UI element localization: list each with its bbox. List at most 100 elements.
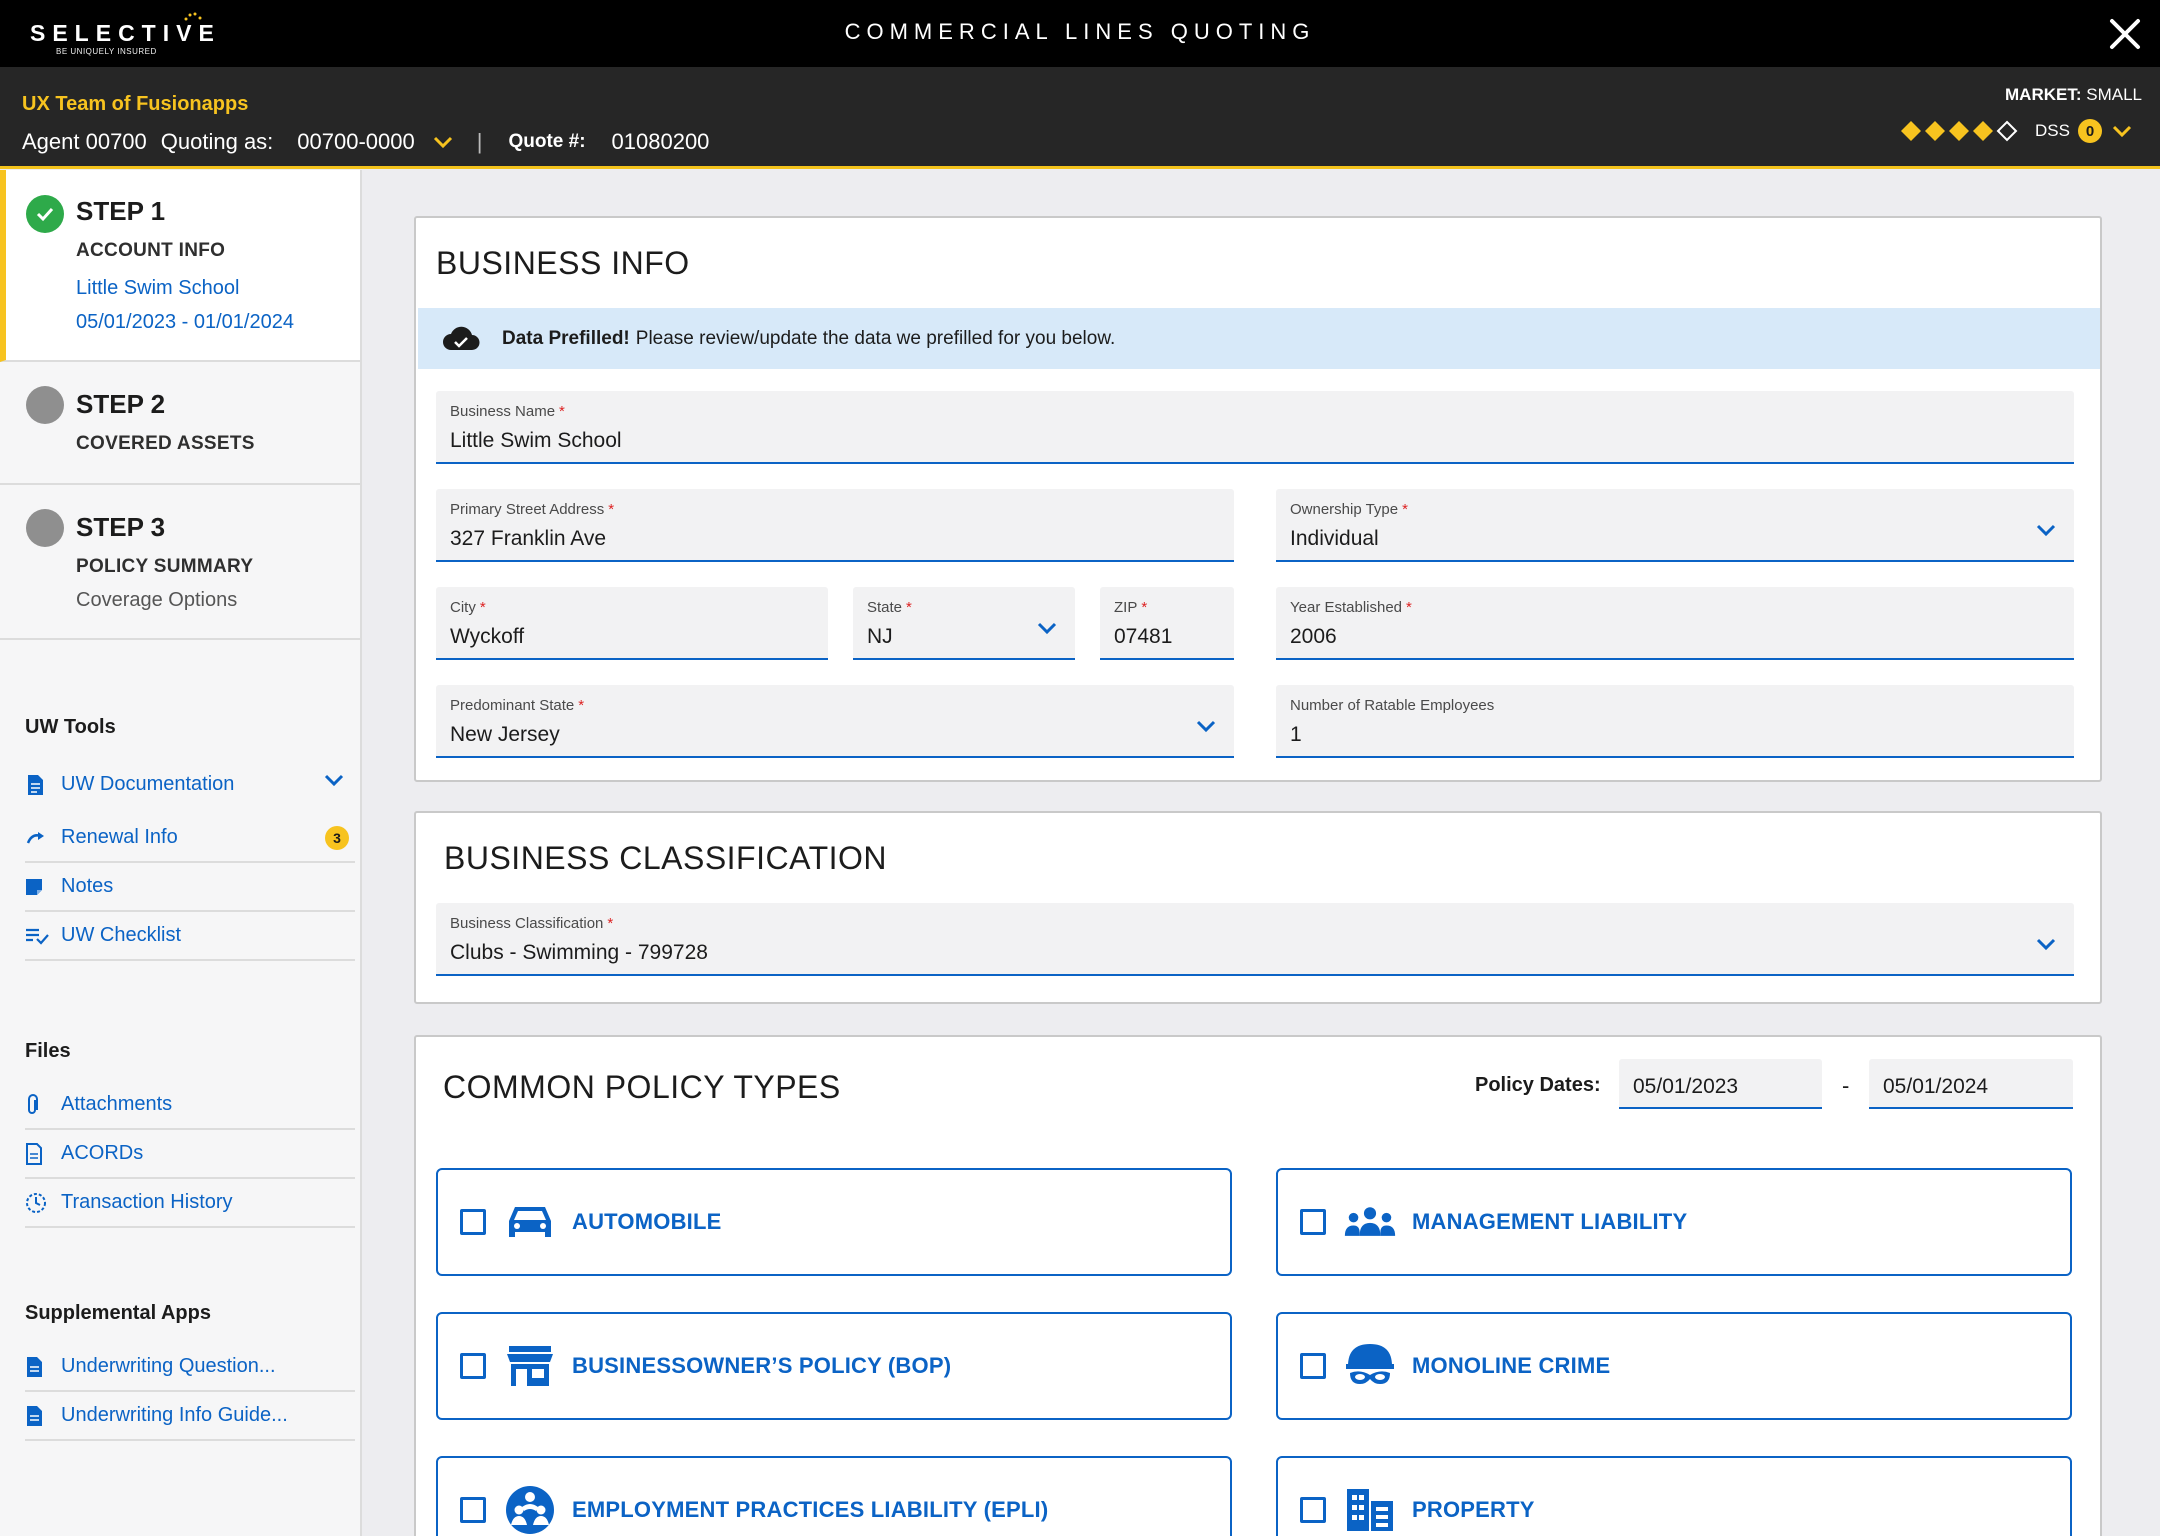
- dss-count-badge: 0: [2078, 119, 2102, 143]
- checklist-icon: [26, 928, 49, 945]
- year-established-field[interactable]: Year Established * 2006: [1276, 587, 2074, 660]
- team-name: UX Team of Fusionapps: [22, 93, 249, 115]
- policy-tile-monoline-crime[interactable]: MONOLINE CRIME: [1276, 1312, 2072, 1420]
- state-select[interactable]: State * NJ: [853, 587, 1075, 660]
- logo-tagline: BE UNIQUELY INSURED: [56, 47, 157, 56]
- paperclip-icon: [28, 1093, 38, 1114]
- sidebar-item-label: Underwriting Question...: [61, 1355, 276, 1377]
- renew-icon: [26, 831, 44, 844]
- top-bar: SELECTIVE BE UNIQUELY INSURED COMMERCIAL…: [0, 0, 2160, 67]
- quoting-as-dropdown[interactable]: 00700-0000: [297, 129, 452, 155]
- sidebar-item-uw-documentation[interactable]: UW Documentation: [25, 760, 355, 809]
- supplemental-apps-heading: Supplemental Apps: [25, 1302, 211, 1324]
- step-1-account-info[interactable]: STEP 1 ACCOUNT INFO Little Swim School 0…: [0, 170, 360, 362]
- sidebar-item-attachments[interactable]: Attachments: [25, 1081, 355, 1130]
- dss-indicator[interactable]: DSS 0: [1899, 119, 2132, 143]
- field-label: Primary Street Address: [450, 501, 605, 518]
- account-name-link[interactable]: Little Swim School: [76, 277, 239, 300]
- ownership-type-value: Individual: [1290, 527, 1379, 550]
- zip-field[interactable]: ZIP * 07481: [1100, 587, 1234, 660]
- policy-tile-label: EMPLOYMENT PRACTICES LIABILITY (EPLI): [572, 1497, 1049, 1522]
- policy-tile-automobile[interactable]: AUTOMOBILE: [436, 1168, 1232, 1276]
- field-label: Predominant State: [450, 697, 575, 714]
- cloud-check-icon: [443, 326, 480, 350]
- close-icon[interactable]: [2108, 17, 2142, 51]
- street-address-field[interactable]: Primary Street Address * 327 Franklin Ave: [436, 489, 1234, 562]
- app-title: COMMERCIAL LINES QUOTING: [844, 19, 1316, 44]
- chevron-down-icon[interactable]: [323, 772, 345, 788]
- sidebar-item-label: UW Documentation: [61, 773, 235, 795]
- field-label: Business Name: [450, 403, 556, 420]
- account-dates-link[interactable]: 05/01/2023 - 01/01/2024: [76, 311, 294, 334]
- note-icon: [26, 878, 42, 895]
- sidebar-item-acords[interactable]: ACORDs: [25, 1130, 355, 1179]
- city-field[interactable]: City * Wyckoff: [436, 587, 828, 660]
- document-icon: [28, 774, 43, 795]
- policy-tile-label: PROPERTY: [1412, 1497, 1535, 1522]
- agent-id: Agent 00700: [22, 129, 147, 154]
- diamond-filled-icon: [1973, 121, 1994, 141]
- policy-tile-management-liability[interactable]: MANAGEMENT LIABILITY: [1276, 1168, 2072, 1276]
- policy-tile-epli[interactable]: EMPLOYMENT PRACTICES LIABILITY (EPLI): [436, 1456, 1232, 1536]
- sidebar-item-notes[interactable]: Notes: [25, 863, 355, 912]
- step-pending-icon: [26, 509, 64, 547]
- diamond-filled-icon: [1949, 121, 1970, 141]
- field-label: ZIP: [1114, 599, 1138, 616]
- storefront-icon: [504, 1340, 556, 1392]
- predominant-state-select[interactable]: Predominant State * New Jersey: [436, 685, 1234, 758]
- common-policy-types-card: COMMON POLICY TYPES Policy Dates: 05/01/…: [414, 1035, 2102, 1536]
- chevron-down-icon: [1037, 622, 1057, 635]
- building-icon: [1344, 1484, 1396, 1536]
- checkbox[interactable]: [460, 1497, 486, 1523]
- business-info-title: BUSINESS INFO: [436, 245, 690, 281]
- history-icon: [26, 1192, 46, 1213]
- sidebar-item-underwriting-info-guide[interactable]: Underwriting Info Guide...: [25, 1392, 355, 1441]
- diamond-filled-icon: [1901, 121, 1922, 141]
- acord-icon: [26, 1142, 42, 1165]
- sidebar-item-underwriting-questions[interactable]: Underwriting Question...: [25, 1343, 355, 1392]
- checkbox[interactable]: [460, 1209, 486, 1235]
- policy-tile-bop[interactable]: BUSINESSOWNER’S POLICY (BOP): [436, 1312, 1232, 1420]
- policy-end-date-input[interactable]: 05/01/2024: [1869, 1059, 2073, 1109]
- sidebar-item-label: Notes: [61, 875, 114, 897]
- policy-tile-property[interactable]: PROPERTY: [1276, 1456, 2072, 1536]
- ratable-employees-field[interactable]: Number of Ratable Employees 1: [1276, 685, 2074, 758]
- business-classification-select[interactable]: Business Classification * Clubs - Swimmin…: [436, 903, 2074, 976]
- step-pending-icon: [26, 386, 64, 424]
- renewal-count-badge: 3: [325, 826, 349, 850]
- business-name-value: Little Swim School: [450, 429, 622, 452]
- sidebar-item-label: Attachments: [61, 1093, 173, 1115]
- policy-start-date-input[interactable]: 05/01/2023: [1619, 1059, 1822, 1109]
- uw-tools-heading: UW Tools: [25, 716, 116, 738]
- field-label: Business Classification: [450, 915, 604, 932]
- agent-line: Agent 00700 Quoting as: 00700-0000 | Quo…: [22, 129, 709, 155]
- diamond-empty-icon: [1996, 120, 2018, 142]
- step-title: STEP 2: [76, 389, 166, 419]
- sidebar-item-uw-checklist[interactable]: UW Checklist: [25, 912, 355, 961]
- sidebar-item-label: UW Checklist: [61, 924, 182, 946]
- checkbox[interactable]: [460, 1353, 486, 1379]
- checkbox[interactable]: [1300, 1209, 1326, 1235]
- step-2-covered-assets[interactable]: STEP 2 COVERED ASSETS: [0, 362, 360, 485]
- zip-value: 07481: [1114, 625, 1173, 648]
- business-name-field[interactable]: Business Name * Little Swim School: [436, 391, 2074, 464]
- checkbox[interactable]: [1300, 1497, 1326, 1523]
- policy-tile-label: MONOLINE CRIME: [1412, 1353, 1611, 1378]
- sidebar-item-label: ACORDs: [61, 1142, 144, 1164]
- ownership-type-select[interactable]: Ownership Type * Individual: [1276, 489, 2074, 562]
- policy-tile-label: BUSINESSOWNER’S POLICY (BOP): [572, 1353, 952, 1378]
- predominant-state-value: New Jersey: [450, 723, 560, 746]
- checkbox[interactable]: [1300, 1353, 1326, 1379]
- sidebar-item-transaction-history[interactable]: Transaction History: [25, 1179, 355, 1228]
- sidebar-item-label: Transaction History: [61, 1191, 233, 1213]
- step-subtitle: ACCOUNT INFO: [76, 240, 226, 261]
- sidebar-item-renewal-info[interactable]: Renewal Info 3: [25, 814, 355, 863]
- prefill-banner: Data Prefilled! Please review/update the…: [418, 308, 2100, 369]
- market-indicator: MARKET: SMALL: [2005, 85, 2142, 105]
- field-label: Number of Ratable Employees: [1290, 697, 1495, 714]
- step-3-policy-summary[interactable]: STEP 3 POLICY SUMMARY Coverage Options: [0, 485, 360, 640]
- policy-tile-label: MANAGEMENT LIABILITY: [1412, 1209, 1688, 1234]
- policy-types-title: COMMON POLICY TYPES: [443, 1069, 841, 1105]
- chevron-down-icon: [2036, 524, 2056, 537]
- quote-header: UX Team of Fusionapps Agent 00700 Quotin…: [0, 67, 2160, 169]
